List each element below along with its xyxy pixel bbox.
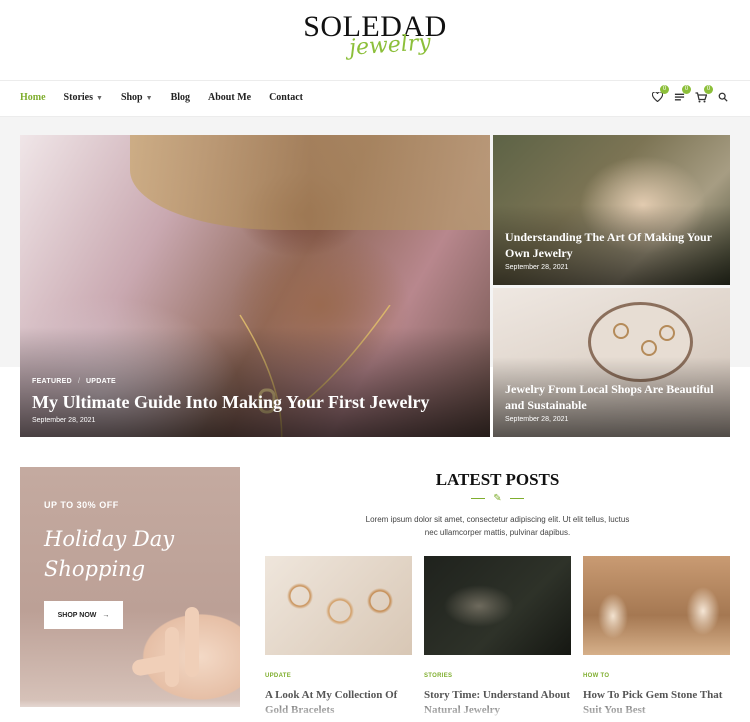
featured-main-image: [130, 135, 490, 230]
edit-icon: ✎: [493, 493, 502, 504]
ring-shape: [659, 325, 675, 341]
page-fade: [0, 700, 750, 722]
side-post-2-date: September 28, 2021: [505, 416, 569, 423]
compare-icon[interactable]: 0: [672, 85, 691, 104]
featured-main-title[interactable]: My Ultimate Guide Into Making Your First…: [32, 392, 429, 413]
post-card[interactable]: HOW TO How To Pick Gem Stone That Suit Y…: [583, 556, 730, 718]
featured-main-post[interactable]: FEATURED / UPDATE My Ultimate Guide Into…: [20, 135, 490, 437]
nav-item-stories[interactable]: Stories ▼: [64, 92, 103, 103]
nav-actions: 0 0 0: [650, 85, 730, 104]
featured-side-post-1[interactable]: Understanding The Art Of Making Your Own…: [493, 135, 730, 285]
latest-posts-description: Lorem ipsum dolor sit amet, consectetur …: [365, 515, 630, 537]
nav-item-shop[interactable]: Shop ▼: [121, 92, 153, 103]
post-category[interactable]: HOW TO: [583, 673, 730, 679]
promo-offer-text: UP TO 30% OFF: [44, 500, 119, 510]
nav-menu: Home Stories ▼ Shop ▼ Blog About Me Contac…: [20, 92, 321, 103]
post-thumbnail[interactable]: [424, 556, 571, 655]
chevron-down-icon: ▼: [145, 93, 153, 102]
nav-item-about[interactable]: About Me: [208, 92, 251, 103]
featured-side-post-2[interactable]: Jewelry From Local Shops Are Beautiful a…: [493, 288, 730, 437]
post-card[interactable]: UPDATE A Look At My Collection Of Gold B…: [265, 556, 412, 718]
divider-line: [471, 498, 486, 499]
promo-title: Holiday Day Shopping: [44, 527, 175, 581]
side-post-2-title[interactable]: Jewelry From Local Shops Are Beautiful a…: [505, 381, 715, 413]
tag-separator: /: [78, 378, 80, 385]
wishlist-count-badge: 0: [660, 85, 669, 94]
tag-featured[interactable]: FEATURED: [32, 378, 72, 385]
post-thumbnail[interactable]: [583, 556, 730, 655]
site-logo[interactable]: SOLEDAD jewelry: [0, 6, 750, 76]
post-category[interactable]: UPDATE: [265, 673, 412, 679]
shop-now-button[interactable]: SHOP NOW →: [44, 601, 123, 629]
cart-icon[interactable]: 0: [694, 85, 713, 104]
post-card[interactable]: STORIES Story Time: Understand About Nat…: [424, 556, 571, 718]
divider-line: [509, 498, 524, 499]
promo-banner[interactable]: UP TO 30% OFF Holiday Day Shopping SHOP …: [20, 467, 240, 707]
featured-main-tags: FEATURED / UPDATE: [32, 378, 116, 385]
heart-icon[interactable]: 0: [650, 85, 669, 104]
side-post-1-title[interactable]: Understanding The Art Of Making Your Own…: [505, 229, 715, 261]
tag-update[interactable]: UPDATE: [86, 378, 116, 385]
cart-count-badge: 0: [704, 85, 713, 94]
latest-posts-heading: LATEST POSTS: [435, 470, 560, 489]
ring-shape: [613, 323, 629, 339]
ring-shape: [641, 340, 657, 356]
finger-shape: [165, 627, 179, 687]
heading-divider: ✎: [265, 493, 730, 504]
finger-shape: [185, 607, 199, 677]
post-thumbnail[interactable]: [265, 556, 412, 655]
side-post-1-date: September 28, 2021: [505, 264, 569, 271]
hand-image: [110, 587, 240, 707]
arrow-right-icon: →: [102, 611, 110, 619]
nav-item-blog[interactable]: Blog: [171, 92, 190, 103]
post-category[interactable]: STORIES: [424, 673, 571, 679]
main-nav: Home Stories ▼ Shop ▼ Blog About Me Contac…: [0, 80, 750, 117]
compare-count-badge: 0: [682, 85, 691, 94]
featured-main-date: September 28, 2021: [32, 417, 96, 424]
nav-item-home[interactable]: Home: [20, 92, 46, 103]
chevron-down-icon: ▼: [96, 93, 103, 102]
nav-item-contact[interactable]: Contact: [269, 92, 303, 103]
search-icon[interactable]: [716, 90, 730, 104]
